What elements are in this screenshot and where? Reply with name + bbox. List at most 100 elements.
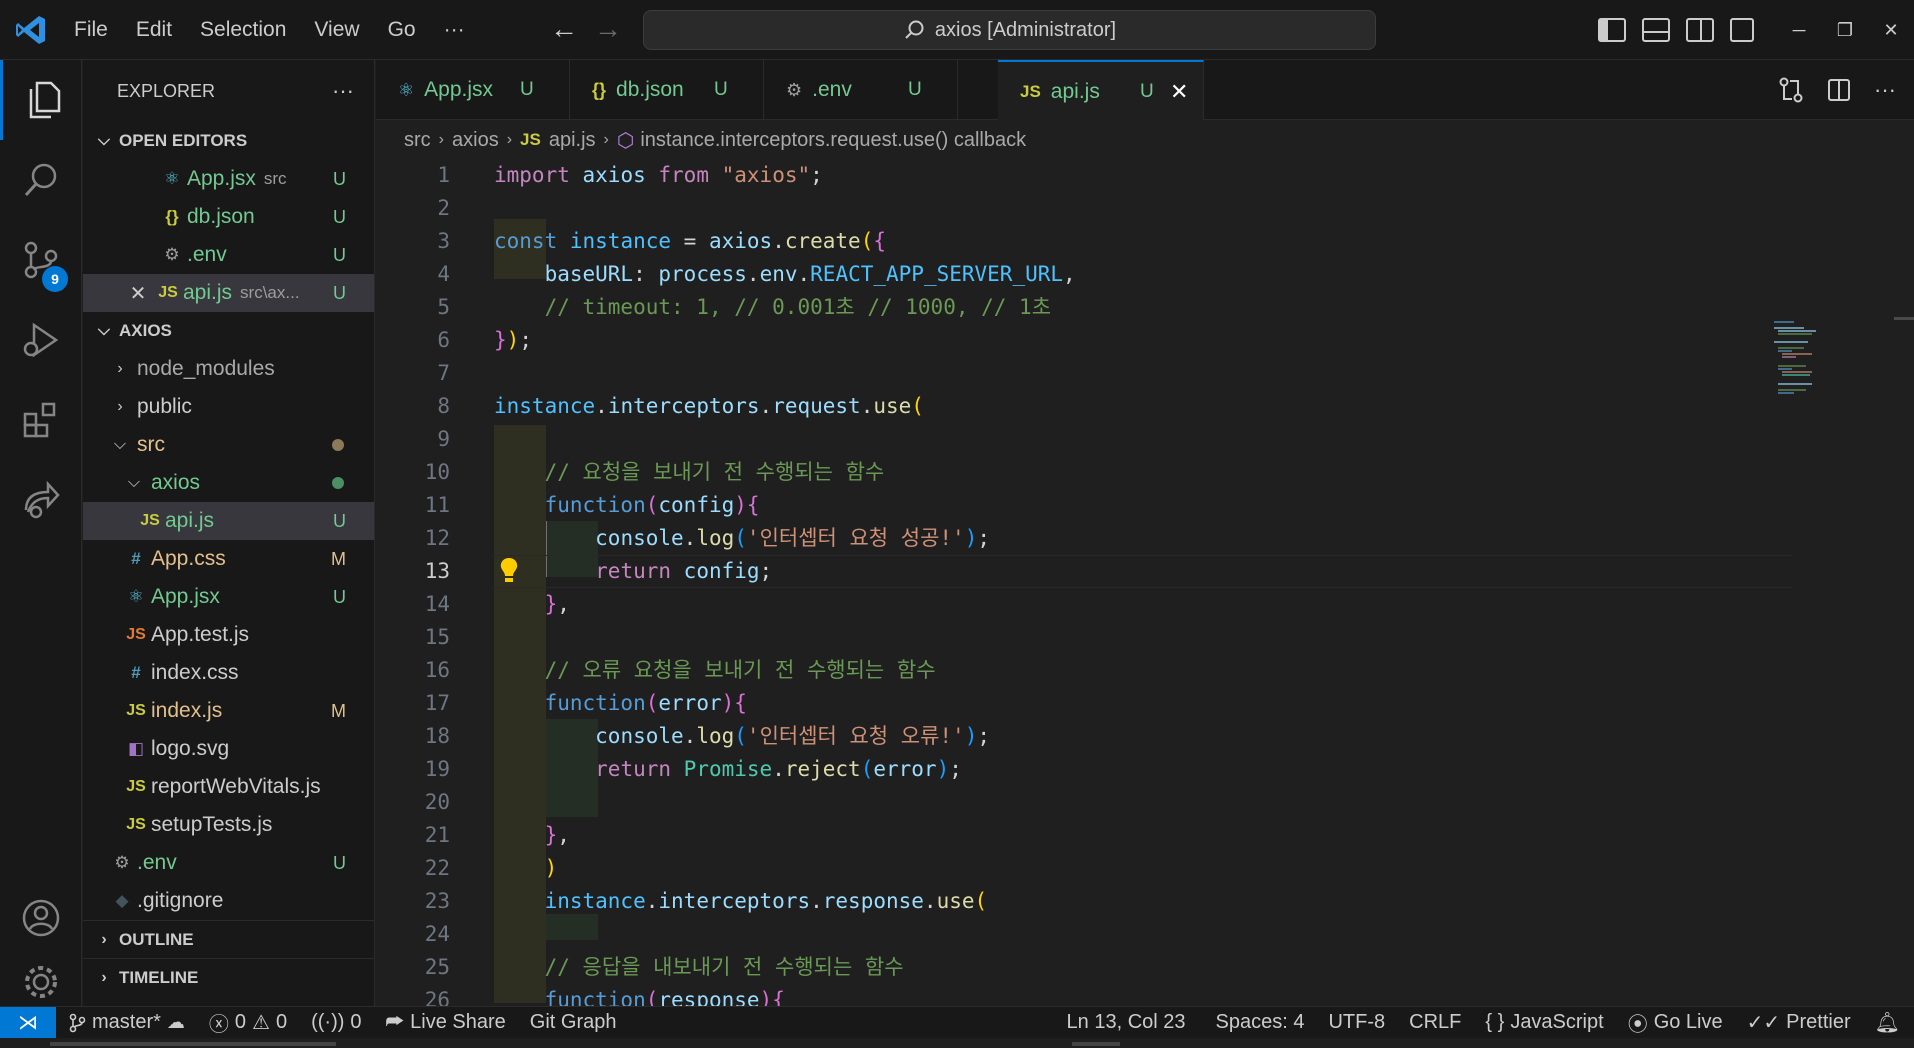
open-editor-item[interactable]: {} db.json U — [83, 198, 374, 236]
timeline-section[interactable]: › TIMELINE — [83, 958, 374, 996]
tree-folder[interactable]: ⌵ axios — [83, 464, 374, 502]
breadcrumb-item[interactable]: axios — [452, 129, 499, 152]
tab-db-json[interactable]: {} db.json U — [570, 60, 764, 120]
gear-icon: ⚙ — [114, 853, 130, 872]
code-line: 17 function(error){ — [376, 687, 1776, 720]
prettier-status[interactable]: ✓✓ Prettier — [1735, 1010, 1863, 1035]
menu-view[interactable]: View — [300, 0, 373, 60]
close-window-icon[interactable]: ✕ — [1868, 20, 1914, 41]
go-live-status[interactable]: ⦿ Go Live — [1616, 1008, 1735, 1037]
tree-folder[interactable]: › public — [83, 388, 374, 426]
tab-label: db.json — [616, 78, 684, 101]
indentation-status[interactable]: Spaces: 4 — [1204, 1011, 1317, 1034]
tree-file[interactable]: ⚛ App.jsx U — [83, 578, 374, 616]
restore-icon[interactable]: ❐ — [1822, 20, 1868, 41]
file-name: App.jsx — [187, 167, 256, 190]
sync-icon[interactable]: ☁ — [167, 1012, 185, 1033]
code-editor[interactable]: 1 import axios from "axios"; 2 3 const ins… — [376, 159, 1914, 1006]
file-status: U — [333, 168, 346, 189]
customize-layout-icon[interactable] — [1730, 18, 1754, 42]
close-icon[interactable]: ✕ — [123, 281, 153, 306]
ports-status[interactable]: ((·)) 0 — [299, 1011, 373, 1034]
toggle-panel-icon[interactable] — [1642, 18, 1670, 42]
tree-file[interactable]: ◧ logo.svg — [83, 730, 374, 768]
code-line: 10 // 요청을 보내기 전 수행되는 함수 — [376, 456, 1776, 489]
forward-arrow-icon[interactable]: → — [594, 14, 622, 44]
extensions-activity[interactable] — [0, 380, 82, 460]
menu-more[interactable]: ··· — [430, 0, 479, 60]
line-number: 13 — [424, 559, 450, 583]
folder-name: node_modules — [137, 357, 275, 380]
tree-file[interactable]: JS index.js M — [83, 692, 374, 730]
scrollbar-thumb[interactable] — [50, 1042, 336, 1046]
toggle-primary-sidebar-icon[interactable] — [1598, 18, 1626, 42]
line-number: 20 — [424, 790, 450, 814]
outline-section[interactable]: › OUTLINE — [83, 920, 374, 958]
open-editor-item-active[interactable]: ✕ JS api.js src\ax... U — [83, 274, 374, 312]
split-editor-icon[interactable] — [1826, 77, 1852, 103]
code-line: 11 function(config){ — [376, 489, 1776, 522]
live-share-activity[interactable] — [0, 460, 82, 540]
menu-selection[interactable]: Selection — [186, 0, 300, 60]
explorer-activity[interactable] — [0, 60, 82, 140]
menu-go[interactable]: Go — [374, 0, 430, 60]
breadcrumb-item[interactable]: instance.interceptors.request.use() call… — [640, 129, 1026, 152]
tree-file[interactable]: ◆ .gitignore — [83, 882, 374, 920]
scrollbar-thumb[interactable] — [1072, 1042, 1120, 1046]
eol-status[interactable]: CRLF — [1397, 1011, 1473, 1034]
breadcrumb-item[interactable]: api.js — [549, 129, 596, 152]
live-share-status[interactable]: ⮫ Live Share — [374, 1011, 518, 1034]
more-actions-icon[interactable]: ··· — [1874, 77, 1896, 103]
scrollbar-marker[interactable] — [1894, 317, 1914, 320]
open-editors-section[interactable]: ⌵ OPEN EDITORS — [83, 122, 374, 160]
project-section[interactable]: ⌵ AXIOS — [83, 312, 374, 350]
run-debug-activity[interactable] — [0, 300, 82, 380]
cursor-position-label: Ln 13, Col 23 — [1066, 1011, 1186, 1033]
lightbulb-icon[interactable] — [496, 555, 522, 585]
tree-file[interactable]: JS setupTests.js — [83, 806, 374, 844]
open-editor-item[interactable]: ⚛ App.jsx src U — [83, 160, 374, 198]
close-icon[interactable]: ✕ — [1170, 79, 1188, 105]
back-arrow-icon[interactable]: ← — [550, 14, 578, 44]
search-activity[interactable] — [0, 140, 82, 220]
tree-file[interactable]: # index.css — [83, 654, 374, 692]
tree-file[interactable]: JS App.test.js — [83, 616, 374, 654]
source-control-activity[interactable]: 9 — [0, 220, 82, 300]
tree-folder[interactable]: ⌵ src — [83, 426, 374, 464]
menu-edit[interactable]: Edit — [122, 0, 186, 60]
open-editor-item[interactable]: ⚙ .env U — [83, 236, 374, 274]
tree-file-selected[interactable]: JS api.js U — [83, 502, 374, 540]
branch-status[interactable]: master* ☁ — [56, 1011, 197, 1034]
file-name: setupTests.js — [151, 813, 273, 836]
breadcrumb-item[interactable]: src — [404, 129, 431, 152]
tab-label: .env — [812, 78, 852, 101]
problems-status[interactable]: ⓧ 0 ⚠ 0 — [197, 1008, 299, 1037]
notifications-status[interactable]: 🔔︎ — [1863, 1010, 1914, 1035]
git-graph-status[interactable]: Git Graph — [518, 1011, 629, 1034]
minimize-icon[interactable]: ─ — [1776, 20, 1822, 41]
menu-file[interactable]: File — [60, 0, 122, 60]
command-center-search[interactable]: axios [Administrator] — [643, 10, 1376, 50]
toggle-secondary-sidebar-icon[interactable] — [1686, 18, 1714, 42]
tree-folder[interactable]: › node_modules — [83, 350, 374, 388]
explorer-header: EXPLORER ··· — [83, 60, 374, 122]
line-number: 22 — [424, 856, 450, 880]
tree-file[interactable]: ⚙ .env U — [83, 844, 374, 882]
open-changes-icon[interactable] — [1778, 77, 1804, 103]
chevron-down-icon: ⌵ — [97, 322, 111, 339]
line-number: 21 — [424, 823, 450, 847]
encoding-status[interactable]: UTF-8 — [1316, 1011, 1397, 1034]
tab-app-jsx[interactable]: ⚛ App.jsx U — [376, 60, 570, 120]
file-status: U — [333, 244, 346, 265]
minimap[interactable] — [1772, 319, 1852, 399]
react-icon: ⚛ — [128, 587, 144, 606]
tree-file[interactable]: JS reportWebVitals.js — [83, 768, 374, 806]
explorer-more-button[interactable]: ··· — [332, 78, 354, 104]
remote-indicator[interactable]: ⋊ — [0, 1006, 56, 1039]
tab-env[interactable]: ⚙ .env U — [764, 60, 958, 120]
language-status[interactable]: { } JavaScript — [1473, 1011, 1615, 1034]
tab-api-js[interactable]: JS api.js U ✕ — [998, 60, 1204, 121]
explorer-title: EXPLORER — [117, 80, 216, 101]
tree-file[interactable]: # App.css M — [83, 540, 374, 578]
cursor-position[interactable]: Ln 13, Col 23 — [1055, 1011, 1204, 1034]
